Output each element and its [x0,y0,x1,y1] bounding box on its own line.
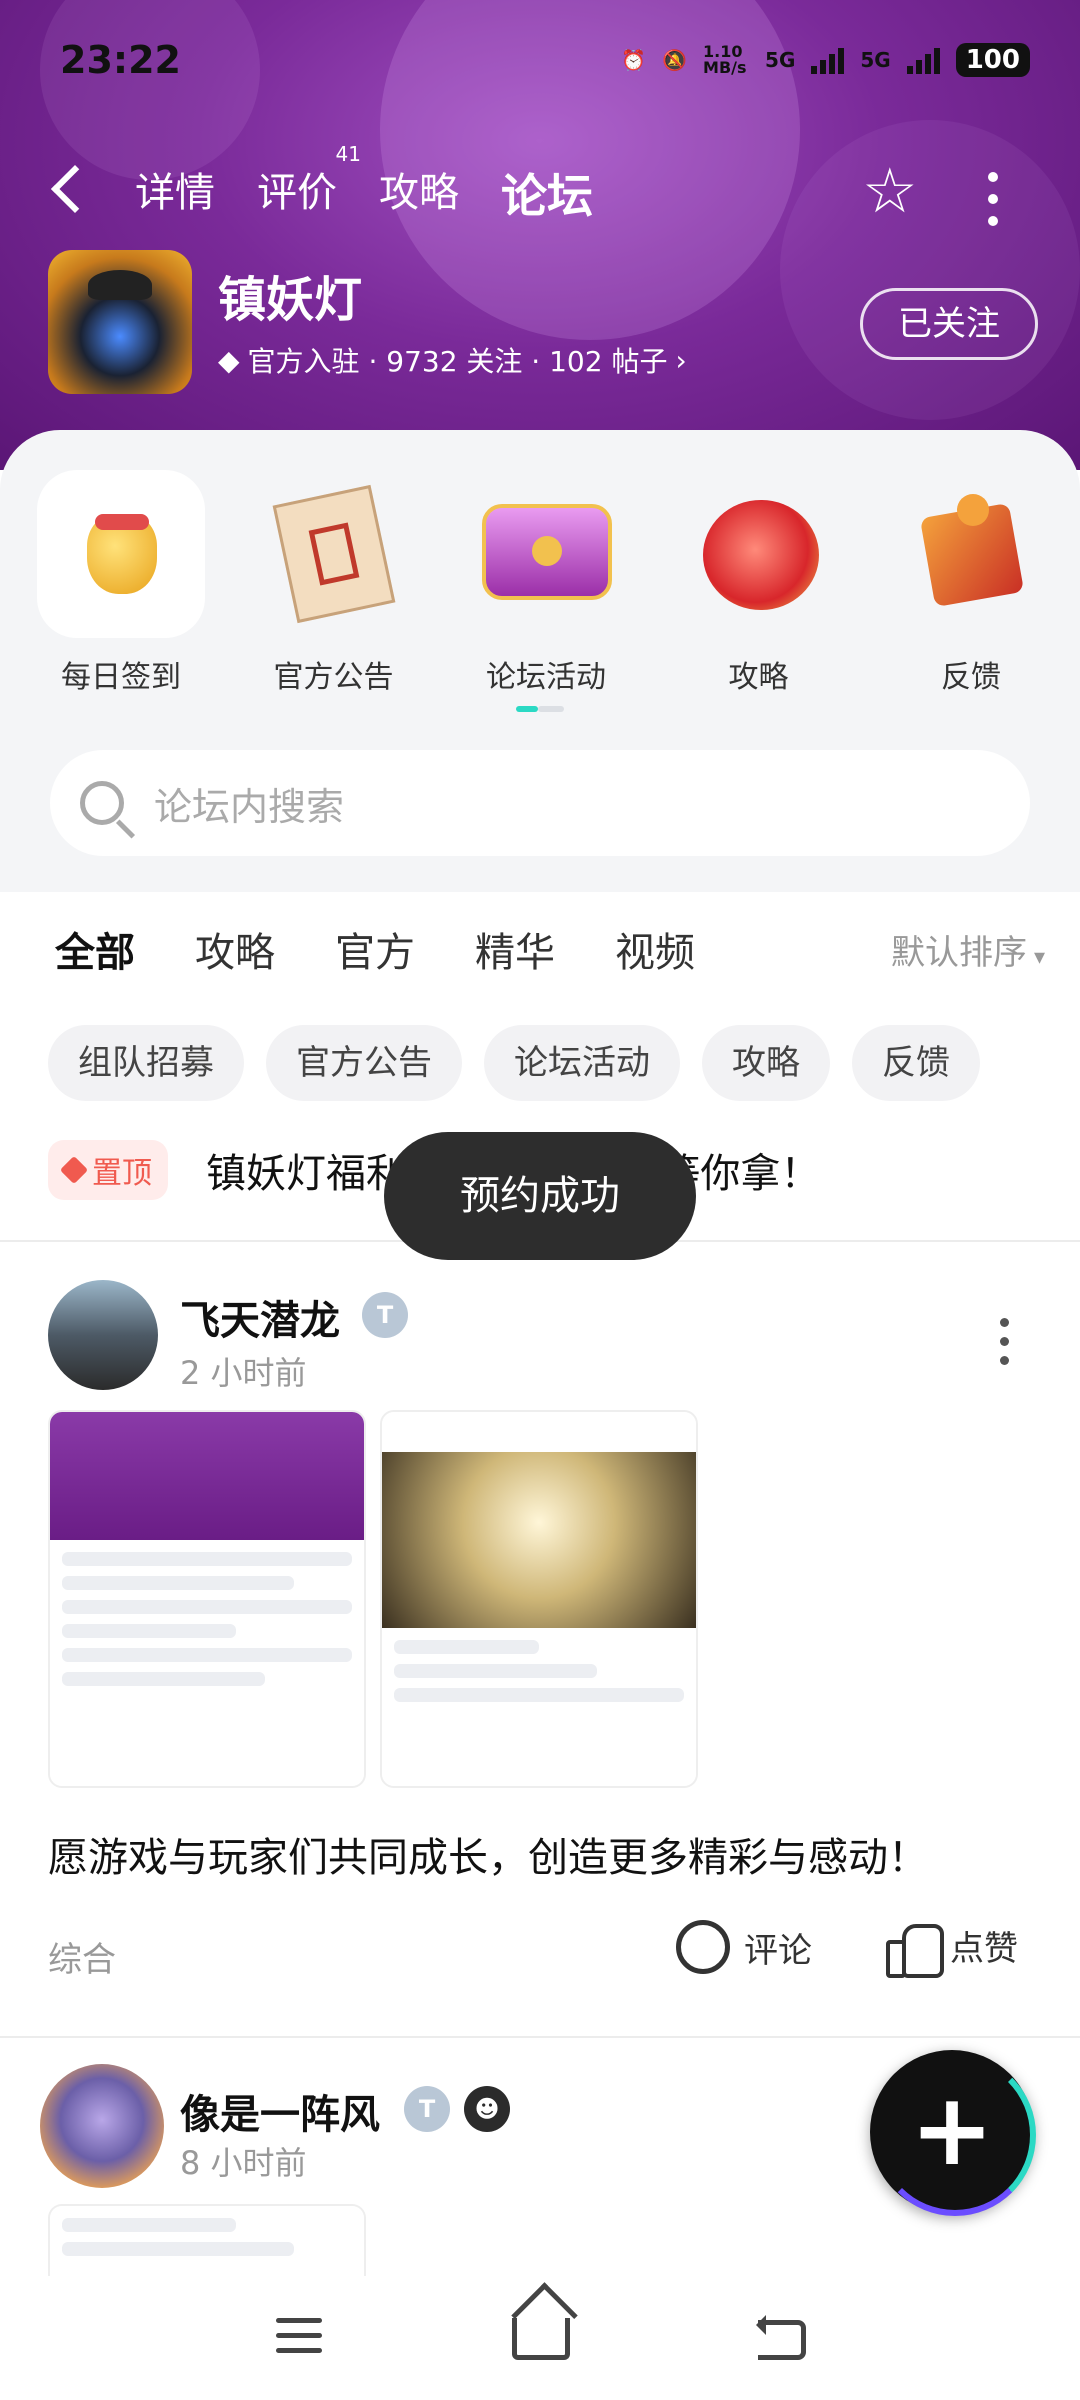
filter-tab-official[interactable]: 官方 [335,920,415,978]
post-author[interactable]: 飞天潜龙 [180,1288,340,1346]
divider [0,2036,1080,2038]
pinned-badge: 置顶 [48,1140,168,1200]
chip-feedback[interactable]: 反馈 [852,1025,980,1101]
game-meta[interactable]: ◆ 官方入驻 · 9732 关注 · 102 帖子 › [218,340,687,380]
system-nav-bar [0,2276,1080,2400]
back-icon[interactable] [50,164,100,214]
shortcut-daily-checkin[interactable]: 每日签到 [36,470,206,696]
category-chips: 组队招募 官方公告 论坛活动 攻略 反馈 [48,1025,980,1101]
top-nav: 详情 评价 41 攻略 论坛 ☆ [0,142,1080,240]
game-icon[interactable] [48,250,192,394]
net-speed: 1.10 MB/s [703,42,747,77]
scroll-icon [250,470,418,638]
game-info: 镇妖灯 ◆ 官方入驻 · 9732 关注 · 102 帖子 › 已关注 [48,250,1038,400]
signal-icon [811,46,845,74]
tab-reviews[interactable]: 评价 41 [257,142,361,226]
chip-guides[interactable]: 攻略 [702,1025,830,1101]
filter-tabs: 全部 攻略 官方 精华 视频 默认排序 [55,920,1045,982]
review-count: 41 [335,142,361,166]
home-icon[interactable] [512,2318,570,2360]
favorite-star-icon[interactable]: ☆ [862,160,918,222]
toast-message: 预约成功 [384,1132,696,1260]
pin-icon [59,1155,89,1185]
page-indicator [516,706,564,712]
filter-tab-video[interactable]: 视频 [615,920,695,978]
forum-panel: 每日签到 官方公告 论坛活动 攻略 反馈 论坛内搜索 [0,430,1080,892]
chip-forum-events[interactable]: 论坛活动 [484,1025,680,1101]
game-title: 镇妖灯 [218,272,363,328]
follow-button[interactable]: 已关注 [860,288,1038,360]
post-category[interactable]: 综合 [48,1932,116,1981]
treasure-chest-icon [462,470,630,638]
tab-forum[interactable]: 论坛 [497,160,597,228]
post-image-1[interactable] [48,1410,366,1788]
more-options-icon[interactable] [988,172,998,226]
status-time: 23:22 [60,38,181,82]
chip-announcements[interactable]: 官方公告 [266,1025,462,1101]
lucky-bag-icon [37,470,205,638]
comment-button[interactable]: 评论 [676,1920,812,1974]
filter-tab-guides[interactable]: 攻略 [195,920,275,978]
sort-dropdown[interactable]: 默认排序 [891,925,1045,974]
shortcut-announcements[interactable]: 官方公告 [249,470,419,696]
diamond-icon: ◆ [218,343,240,377]
chevron-right-icon: › [675,343,687,377]
battery-icon: 100 [955,43,1030,77]
mute-icon: 🔕 [662,48,688,72]
alarm-icon: ⏰ [621,48,647,72]
post-time: 2 小时前 [180,1354,307,1392]
network-label: 5G [765,48,796,72]
create-post-button[interactable]: + [870,2050,1036,2216]
back-nav-icon[interactable] [756,2315,806,2360]
dragon-icon [675,470,843,638]
search-icon [80,781,124,825]
like-button[interactable]: 点赞 [886,1920,1018,1978]
post-image-2[interactable] [380,1410,698,1788]
post-more-icon[interactable] [1000,1318,1009,1365]
post-content[interactable]: 愿游戏与玩家们共同成长，创造更多精彩与感动！ [48,1825,928,1883]
beard-badge-icon: ☻ [464,2086,510,2132]
comment-icon [676,1920,730,1974]
plus-icon: + [910,2071,994,2188]
network-label-2: 5G [860,48,891,72]
puzzle-icon [887,470,1055,638]
shortcut-forum-events[interactable]: 论坛活动 [461,470,631,696]
avatar[interactable] [40,2064,164,2188]
thumbs-up-icon [886,1920,944,1978]
verified-badge-icon: T [362,1292,408,1338]
shortcut-feedback[interactable]: 反馈 [886,470,1056,696]
tab-details[interactable]: 详情 [135,160,215,226]
shortcut-row: 每日签到 官方公告 论坛活动 攻略 反馈 [36,470,1056,696]
shortcut-guides[interactable]: 攻略 [674,470,844,696]
avatar[interactable] [48,1280,158,1390]
post-time: 8 小时前 [180,2144,307,2182]
filter-tab-featured[interactable]: 精华 [475,920,555,978]
signal-icon-2 [906,46,940,74]
post-image-1[interactable] [48,2204,366,2276]
menu-icon[interactable] [276,2318,322,2353]
tab-guides[interactable]: 攻略 [379,160,459,226]
game-header: 23:22 ⏰ 🔕 1.10 MB/s 5G 5G 100 详情 评价 41 攻略… [0,0,1080,470]
verified-badge-icon: T [404,2086,450,2132]
post-author[interactable]: 像是一阵风 [180,2082,380,2140]
search-input[interactable]: 论坛内搜索 [50,750,1030,856]
chip-team-recruit[interactable]: 组队招募 [48,1025,244,1101]
filter-tab-all[interactable]: 全部 [55,920,135,982]
status-bar: 23:22 ⏰ 🔕 1.10 MB/s 5G 5G 100 [60,30,1030,90]
search-placeholder: 论坛内搜索 [154,784,345,829]
